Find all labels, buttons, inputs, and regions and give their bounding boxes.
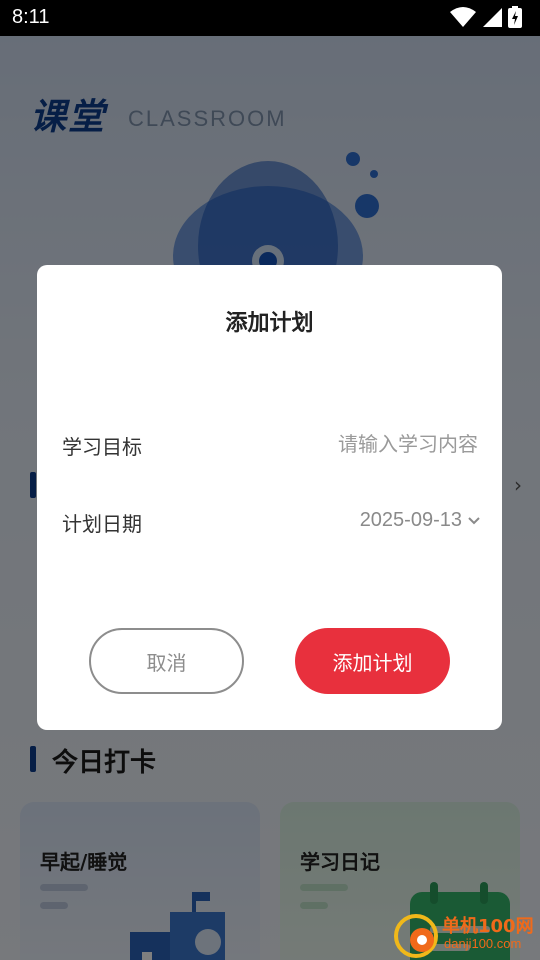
watermark-url: danji100.com xyxy=(444,936,522,951)
wifi-icon xyxy=(450,7,476,27)
chevron-down-icon[interactable] xyxy=(466,513,482,529)
site-watermark: 单机100网 danji100.com xyxy=(390,910,540,960)
add-plan-dialog: 添加计划 学习目标 计划日期 2025-09-13 取消 添加计划 xyxy=(37,265,502,730)
signal-icon xyxy=(483,8,502,27)
watermark-logo-icon xyxy=(394,914,438,958)
watermark-text: 单机100网 xyxy=(442,916,534,937)
date-picker-value[interactable]: 2025-09-13 xyxy=(360,509,462,532)
cancel-button[interactable]: 取消 xyxy=(89,628,244,694)
status-bar: 8:11 xyxy=(0,0,540,36)
status-time: 8:11 xyxy=(12,6,50,28)
goal-label: 学习目标 xyxy=(62,435,142,459)
date-label: 计划日期 xyxy=(62,512,142,536)
battery-icon xyxy=(508,6,522,28)
dialog-title: 添加计划 xyxy=(225,311,314,336)
goal-input[interactable] xyxy=(238,429,478,459)
add-plan-button[interactable]: 添加计划 xyxy=(295,628,450,694)
